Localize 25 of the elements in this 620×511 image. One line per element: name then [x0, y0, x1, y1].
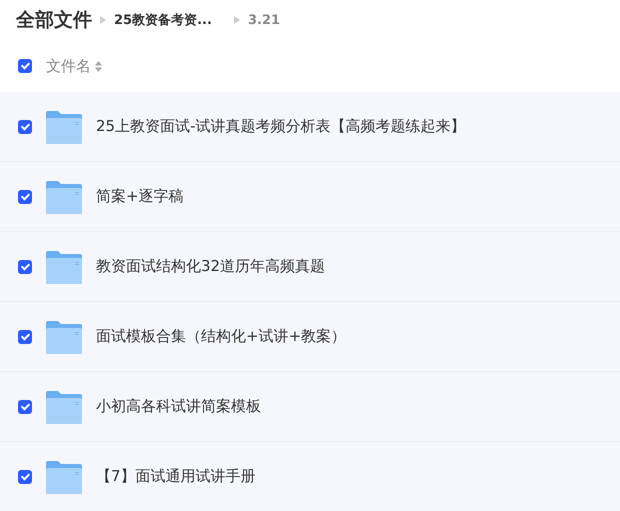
file-name[interactable]: 面试模板合集（结构化+试讲+教案）	[96, 327, 346, 346]
checkbox[interactable]	[18, 59, 32, 73]
file-name[interactable]: 25上教资面试-试讲真题考频分析表【高频考题练起来】	[96, 117, 466, 136]
file-name[interactable]: 【7】面试通用试讲手册	[96, 467, 256, 486]
checkbox[interactable]	[18, 260, 32, 274]
column-header[interactable]: 文件名	[46, 56, 91, 76]
breadcrumb-item[interactable]: 3.21	[248, 12, 280, 28]
file-name[interactable]: 小初高各科试讲简案模板	[96, 397, 261, 416]
chevron-icon	[234, 16, 240, 24]
checkbox[interactable]	[18, 400, 32, 414]
folder-icon	[46, 180, 82, 214]
breadcrumb-item[interactable]: 全部文件	[16, 7, 92, 33]
folder-icon	[46, 390, 82, 424]
checkbox[interactable]	[18, 120, 32, 134]
checkbox[interactable]	[18, 470, 32, 484]
folder-icon	[46, 460, 82, 494]
chevron-icon	[100, 16, 106, 24]
checkbox[interactable]	[18, 330, 32, 344]
folder-icon	[46, 320, 82, 354]
breadcrumb-item[interactable]: 25教资备考资...	[114, 11, 226, 29]
checkbox[interactable]	[18, 190, 32, 204]
folder-icon	[46, 250, 82, 284]
file-name[interactable]: 教资面试结构化32道历年高频真题	[96, 257, 326, 276]
file-name[interactable]: 简案+逐字稿	[96, 187, 184, 206]
folder-icon	[46, 110, 82, 144]
